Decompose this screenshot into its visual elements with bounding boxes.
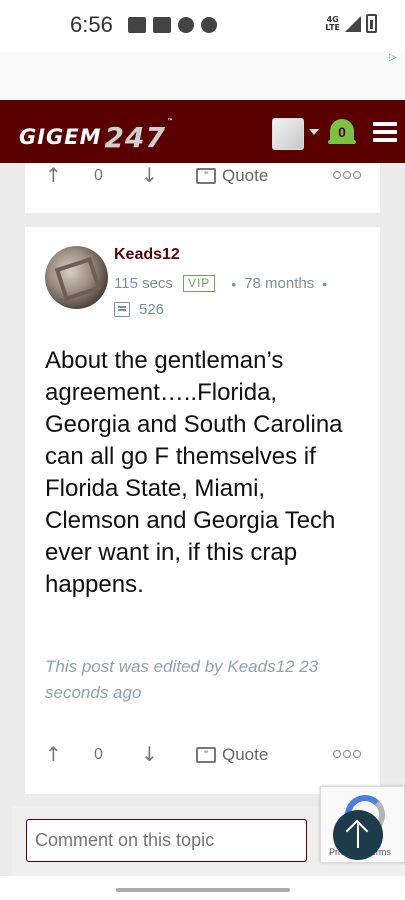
status-bar: 6:56 4G LTE bbox=[0, 0, 405, 52]
chevron-down-icon[interactable] bbox=[309, 129, 319, 135]
post-meta: 115 secs VIP • 78 months • bbox=[114, 275, 335, 292]
system-nav-bar bbox=[0, 876, 405, 900]
logo-text: GIGEM bbox=[19, 125, 102, 149]
network-type: 4G LTE bbox=[325, 15, 340, 32]
battery-icon bbox=[366, 14, 377, 33]
signal-icon bbox=[345, 15, 361, 32]
author-post-count: 526 bbox=[114, 301, 164, 318]
status-notification-icons bbox=[128, 17, 217, 33]
post-card: Keads12 115 secs VIP • 78 months • 526 A… bbox=[25, 227, 380, 794]
bell-base bbox=[328, 140, 356, 144]
post-actions: ↑ 0 ↓ ” Quote bbox=[25, 163, 380, 193]
vote-count: 0 bbox=[94, 167, 103, 184]
more-options-icon[interactable] bbox=[333, 750, 361, 758]
home-gesture-bar[interactable] bbox=[116, 888, 290, 892]
quote-button[interactable]: ” Quote bbox=[196, 166, 268, 186]
notification-count: 0 bbox=[338, 124, 346, 140]
vip-badge: VIP bbox=[182, 275, 216, 292]
previous-post-card: ↑ 0 ↓ ” Quote bbox=[25, 163, 380, 213]
downvote-icon[interactable]: ↓ bbox=[141, 742, 158, 766]
author-avatar[interactable] bbox=[45, 246, 108, 309]
more-options-icon[interactable] bbox=[333, 171, 361, 179]
notifications-button[interactable]: 0 bbox=[328, 116, 356, 148]
adchoices-icon[interactable]: ▷ bbox=[389, 52, 401, 64]
upvote-icon[interactable]: ↑ bbox=[45, 163, 62, 187]
author-username[interactable]: Keads12 bbox=[114, 246, 180, 264]
heart-icon bbox=[178, 17, 194, 33]
vote-count: 0 bbox=[94, 746, 103, 763]
post-count-value: 526 bbox=[139, 301, 165, 318]
image-icon bbox=[153, 17, 171, 33]
youtube-icon bbox=[201, 17, 217, 33]
quote-icon: ” bbox=[196, 747, 216, 763]
site-logo[interactable]: GIGEM 247™ bbox=[19, 118, 174, 154]
post-actions: ↑ 0 ↓ ” Quote bbox=[25, 742, 380, 772]
status-time: 6:56 bbox=[70, 12, 113, 37]
separator-dot: • bbox=[231, 275, 237, 292]
logo-number: 247 bbox=[104, 121, 166, 154]
edited-note: This post was edited by Keads12 23 secon… bbox=[45, 657, 319, 702]
downvote-icon[interactable]: ↓ bbox=[141, 163, 158, 187]
posts-icon bbox=[114, 302, 130, 317]
quote-icon: ” bbox=[196, 168, 216, 184]
scroll-to-top-button[interactable] bbox=[333, 810, 383, 860]
member-tenure: 78 months bbox=[244, 275, 315, 292]
hamburger-menu-icon[interactable] bbox=[373, 122, 397, 142]
network-sub-label: LTE bbox=[325, 22, 340, 32]
post-time: 115 secs bbox=[114, 275, 173, 292]
user-avatar[interactable] bbox=[272, 118, 304, 150]
quote-label: Quote bbox=[222, 745, 269, 764]
quote-label: Quote bbox=[222, 166, 269, 185]
comment-input[interactable] bbox=[26, 819, 307, 862]
ad-banner[interactable]: ▷ bbox=[0, 52, 405, 100]
status-system-icons: 4G LTE bbox=[325, 14, 377, 33]
cast-icon bbox=[128, 17, 146, 33]
separator-dot: • bbox=[322, 275, 328, 292]
upvote-icon[interactable]: ↑ bbox=[45, 742, 62, 766]
post-body: About the gentleman’s agreement…..Florid… bbox=[45, 347, 343, 598]
quote-button[interactable]: ” Quote bbox=[196, 745, 268, 765]
logo-trademark: ™ bbox=[166, 118, 174, 125]
